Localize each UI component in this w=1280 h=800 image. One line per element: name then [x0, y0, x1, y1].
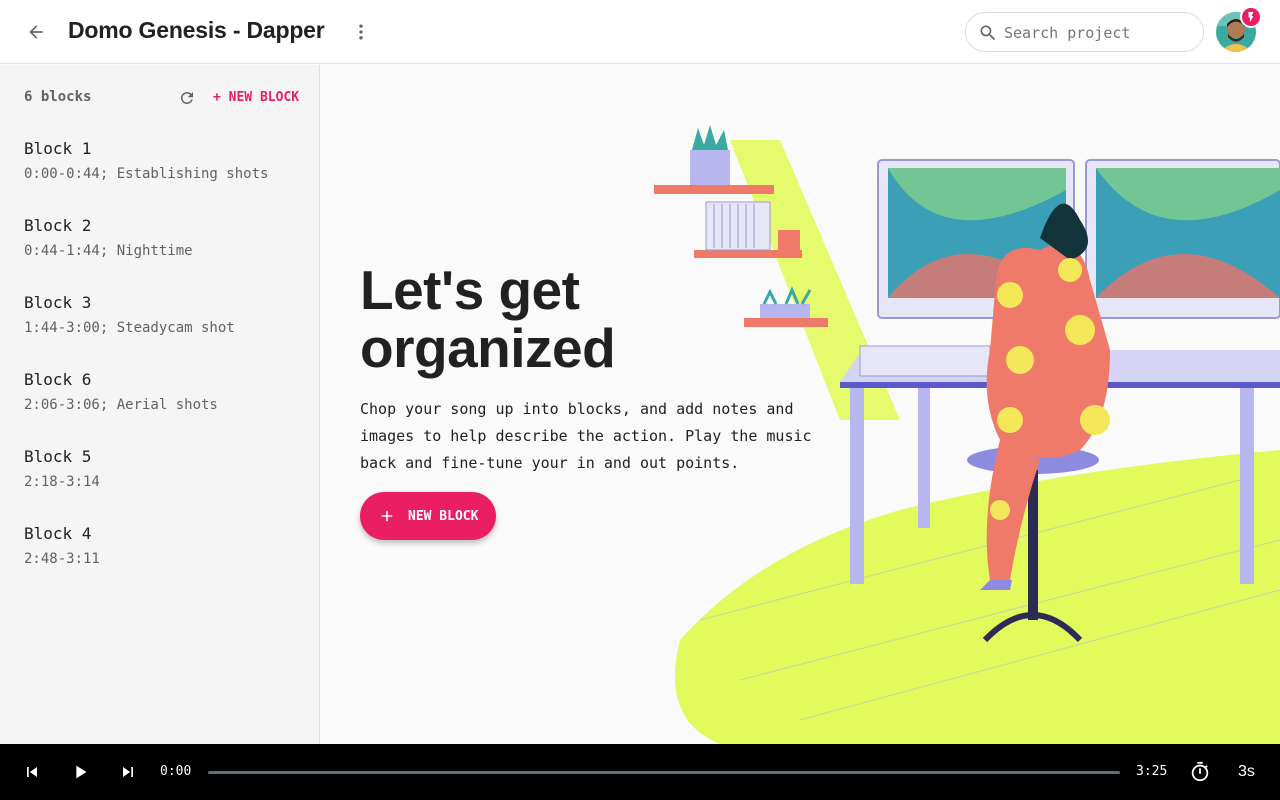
- block-name: Block 5: [24, 447, 92, 466]
- refresh-button[interactable]: [176, 87, 198, 109]
- plus-icon: [381, 510, 393, 522]
- empty-state-description: Chop your song up into blocks, and add n…: [360, 400, 812, 472]
- current-time: 0:00: [160, 764, 192, 779]
- search-icon: [980, 25, 996, 41]
- block-name: Block 4: [24, 524, 92, 543]
- bolt-icon: [1248, 12, 1254, 22]
- skip-previous-button[interactable]: [20, 760, 44, 784]
- block-list-item[interactable]: Block 3 1:44-3:00; Steadycam shot: [0, 285, 319, 362]
- block-list-item[interactable]: Block 5 2:18-3:14: [0, 439, 319, 516]
- back-button[interactable]: [20, 16, 52, 48]
- block-list-item[interactable]: Block 2 0:44-1:44; Nighttime: [0, 208, 319, 285]
- refresh-icon: [180, 91, 193, 104]
- skip-next-icon: [123, 767, 133, 777]
- new-block-button-label: NEW BLOCK: [408, 508, 479, 524]
- block-name: Block 1: [24, 139, 92, 158]
- block-list-item[interactable]: Block 4 2:48-3:11: [0, 516, 319, 593]
- more-vert-icon: [359, 24, 363, 40]
- project-title: Domo Genesis - Dapper: [68, 17, 325, 43]
- timer-button[interactable]: [1188, 760, 1212, 784]
- block-description: 0:44-1:44; Nighttime: [24, 243, 193, 259]
- search-input[interactable]: [1004, 21, 1194, 45]
- more-options-button[interactable]: [346, 16, 376, 48]
- audio-player-bar: 0:00 3:25 3s: [0, 744, 1280, 800]
- block-list: Block 1 0:00-0:44; Establishing shots Bl…: [0, 131, 319, 593]
- timer-icon: [1191, 761, 1209, 782]
- total-time: 3:25: [1136, 764, 1168, 779]
- notification-badge[interactable]: [1240, 6, 1262, 28]
- search-box: [965, 12, 1204, 52]
- block-description: 0:00-0:44; Establishing shots: [24, 166, 269, 182]
- play-button[interactable]: [68, 760, 92, 784]
- block-description: 2:06-3:06; Aerial shots: [24, 397, 218, 413]
- skip-previous-icon: [27, 767, 37, 777]
- block-name: Block 3: [24, 293, 92, 312]
- blocks-sidebar: 6 blocks + NEW BLOCK Block 1 0:00-0:44; …: [0, 65, 320, 744]
- block-count: 6 blocks: [24, 89, 92, 105]
- interval-toggle[interactable]: 3s: [1238, 763, 1255, 781]
- empty-state-headline: Let's get organized: [360, 259, 616, 379]
- block-description: 2:48-3:11: [24, 551, 100, 567]
- play-icon: [76, 765, 87, 779]
- block-list-item[interactable]: Block 1 0:00-0:44; Establishing shots: [0, 131, 319, 208]
- new-block-button[interactable]: NEW BLOCK: [360, 492, 496, 540]
- block-description: 2:18-3:14: [24, 474, 100, 490]
- top-app-bar: Domo Genesis - Dapper: [0, 0, 1280, 64]
- main-content: Let's get organized Chop your song up in…: [320, 65, 1280, 744]
- progress-slider[interactable]: [208, 771, 1120, 774]
- block-list-item[interactable]: Block 6 2:06-3:06; Aerial shots: [0, 362, 319, 439]
- block-name: Block 6: [24, 370, 92, 389]
- arrow-left-icon: [29, 25, 43, 39]
- new-block-link[interactable]: + NEW BLOCK: [213, 90, 299, 105]
- block-description: 1:44-3:00; Steadycam shot: [24, 320, 235, 336]
- block-name: Block 2: [24, 216, 92, 235]
- skip-next-button[interactable]: [116, 760, 140, 784]
